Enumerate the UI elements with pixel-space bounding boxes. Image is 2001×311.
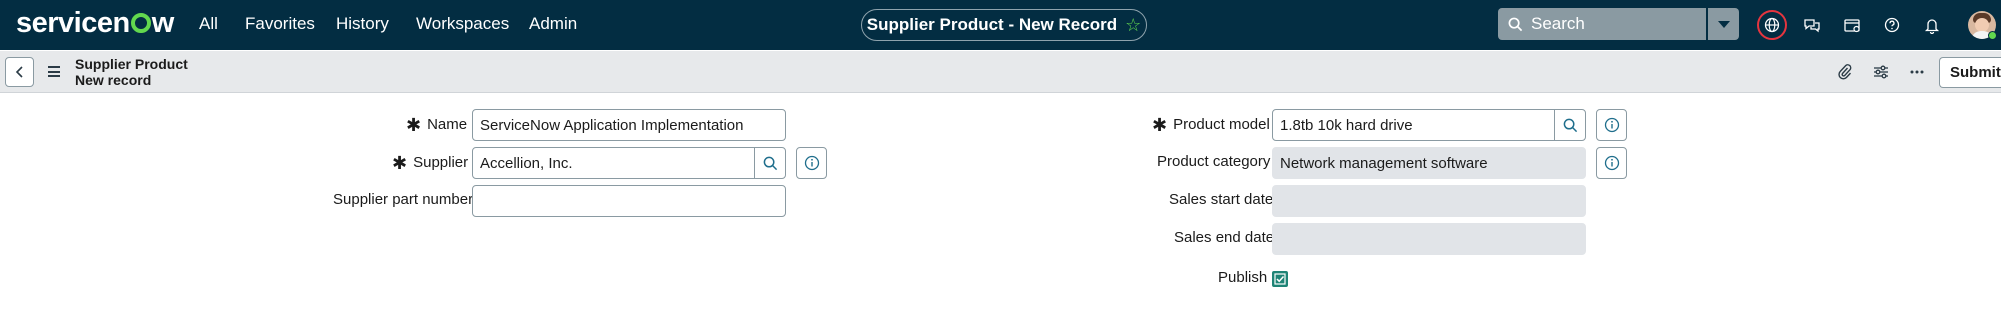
product-model-lookup-button[interactable] [1554,109,1586,141]
sales-start-date-field [1272,185,1586,217]
publish-label: Publish [1218,269,1268,286]
avatar-face [1975,18,1989,32]
back-button[interactable] [5,57,34,87]
card-icon[interactable] [1837,10,1867,40]
bell-icon[interactable] [1917,10,1947,40]
search-placeholder: Search [1531,14,1585,33]
chevron-down-icon [1717,20,1730,28]
product-category-label: Product category [1157,153,1271,170]
sales-start-date-label: Sales start date [1169,191,1274,208]
publish-checkbox[interactable] [1272,271,1288,287]
paperclip-icon[interactable] [1834,61,1856,83]
ellipsis-icon[interactable] [1906,61,1928,83]
logo-text: servicen [16,7,130,39]
supplier-info-button[interactable] [796,147,827,179]
globe-icon[interactable] [1757,10,1787,40]
help-icon[interactable] [1877,10,1907,40]
nav-all[interactable]: All [199,14,218,34]
chevron-left-icon [15,66,23,78]
search-scope-dropdown[interactable] [1708,8,1739,40]
form-record-status: New record [75,72,152,88]
form-table-title: Supplier Product [75,56,188,72]
product-model-label: ✱ Product model [1152,115,1270,135]
presence-status-dot [1988,31,1997,40]
search-icon [1563,118,1577,132]
sales-end-date-field [1272,223,1586,255]
record-title: Supplier Product - New Record [866,15,1118,34]
product-category-info-button[interactable] [1596,147,1627,179]
sales-end-date-label: Sales end date [1174,229,1275,246]
logo-text-end: w [151,7,175,39]
nav-admin[interactable]: Admin [529,14,577,34]
name-field[interactable]: ServiceNow Application Implementation [472,109,786,141]
star-outline-icon[interactable]: ☆ [1125,16,1141,34]
product-model-info-button[interactable] [1596,109,1627,141]
info-icon [1604,155,1619,171]
form-header: Supplier Product New record Submit [0,51,2001,93]
supplier-field[interactable]: Accellion, Inc. [472,147,756,179]
global-search-input[interactable]: Search [1498,8,1706,40]
supplier-part-number-field[interactable] [472,185,786,217]
supplier-part-number-label: Supplier part number [333,191,474,208]
search-icon [1508,17,1523,31]
product-model-field[interactable]: 1.8tb 10k hard drive [1272,109,1556,141]
supplier-lookup-button[interactable] [754,147,786,179]
required-marker: ✱ [406,115,422,135]
hamburger-menu-icon[interactable] [48,66,60,77]
required-marker: ✱ [1152,115,1168,135]
search-icon [763,156,777,170]
logo-o-glyph [130,13,151,33]
nav-workspaces[interactable]: Workspaces [416,14,509,34]
chat-icon[interactable] [1797,10,1827,40]
supplier-label: ✱ Supplier [392,153,469,173]
nav-favorites[interactable]: Favorites [245,14,315,34]
record-title-pill[interactable]: Supplier Product - New Record ☆ [861,9,1147,41]
required-marker: ✱ [392,153,408,173]
name-label: ✱ Name [406,115,468,135]
servicenow-logo[interactable]: servicen w [16,7,174,40]
info-icon [1604,117,1619,133]
submit-button[interactable]: Submit [1939,57,2001,88]
sliders-icon[interactable] [1870,61,1892,83]
product-category-field: Network management software [1272,147,1586,179]
checkmark-icon [1274,273,1286,285]
info-icon [804,155,819,171]
nav-history[interactable]: History [336,14,389,34]
top-navigation-bar: servicen w All Favorites History Workspac… [0,0,2001,50]
